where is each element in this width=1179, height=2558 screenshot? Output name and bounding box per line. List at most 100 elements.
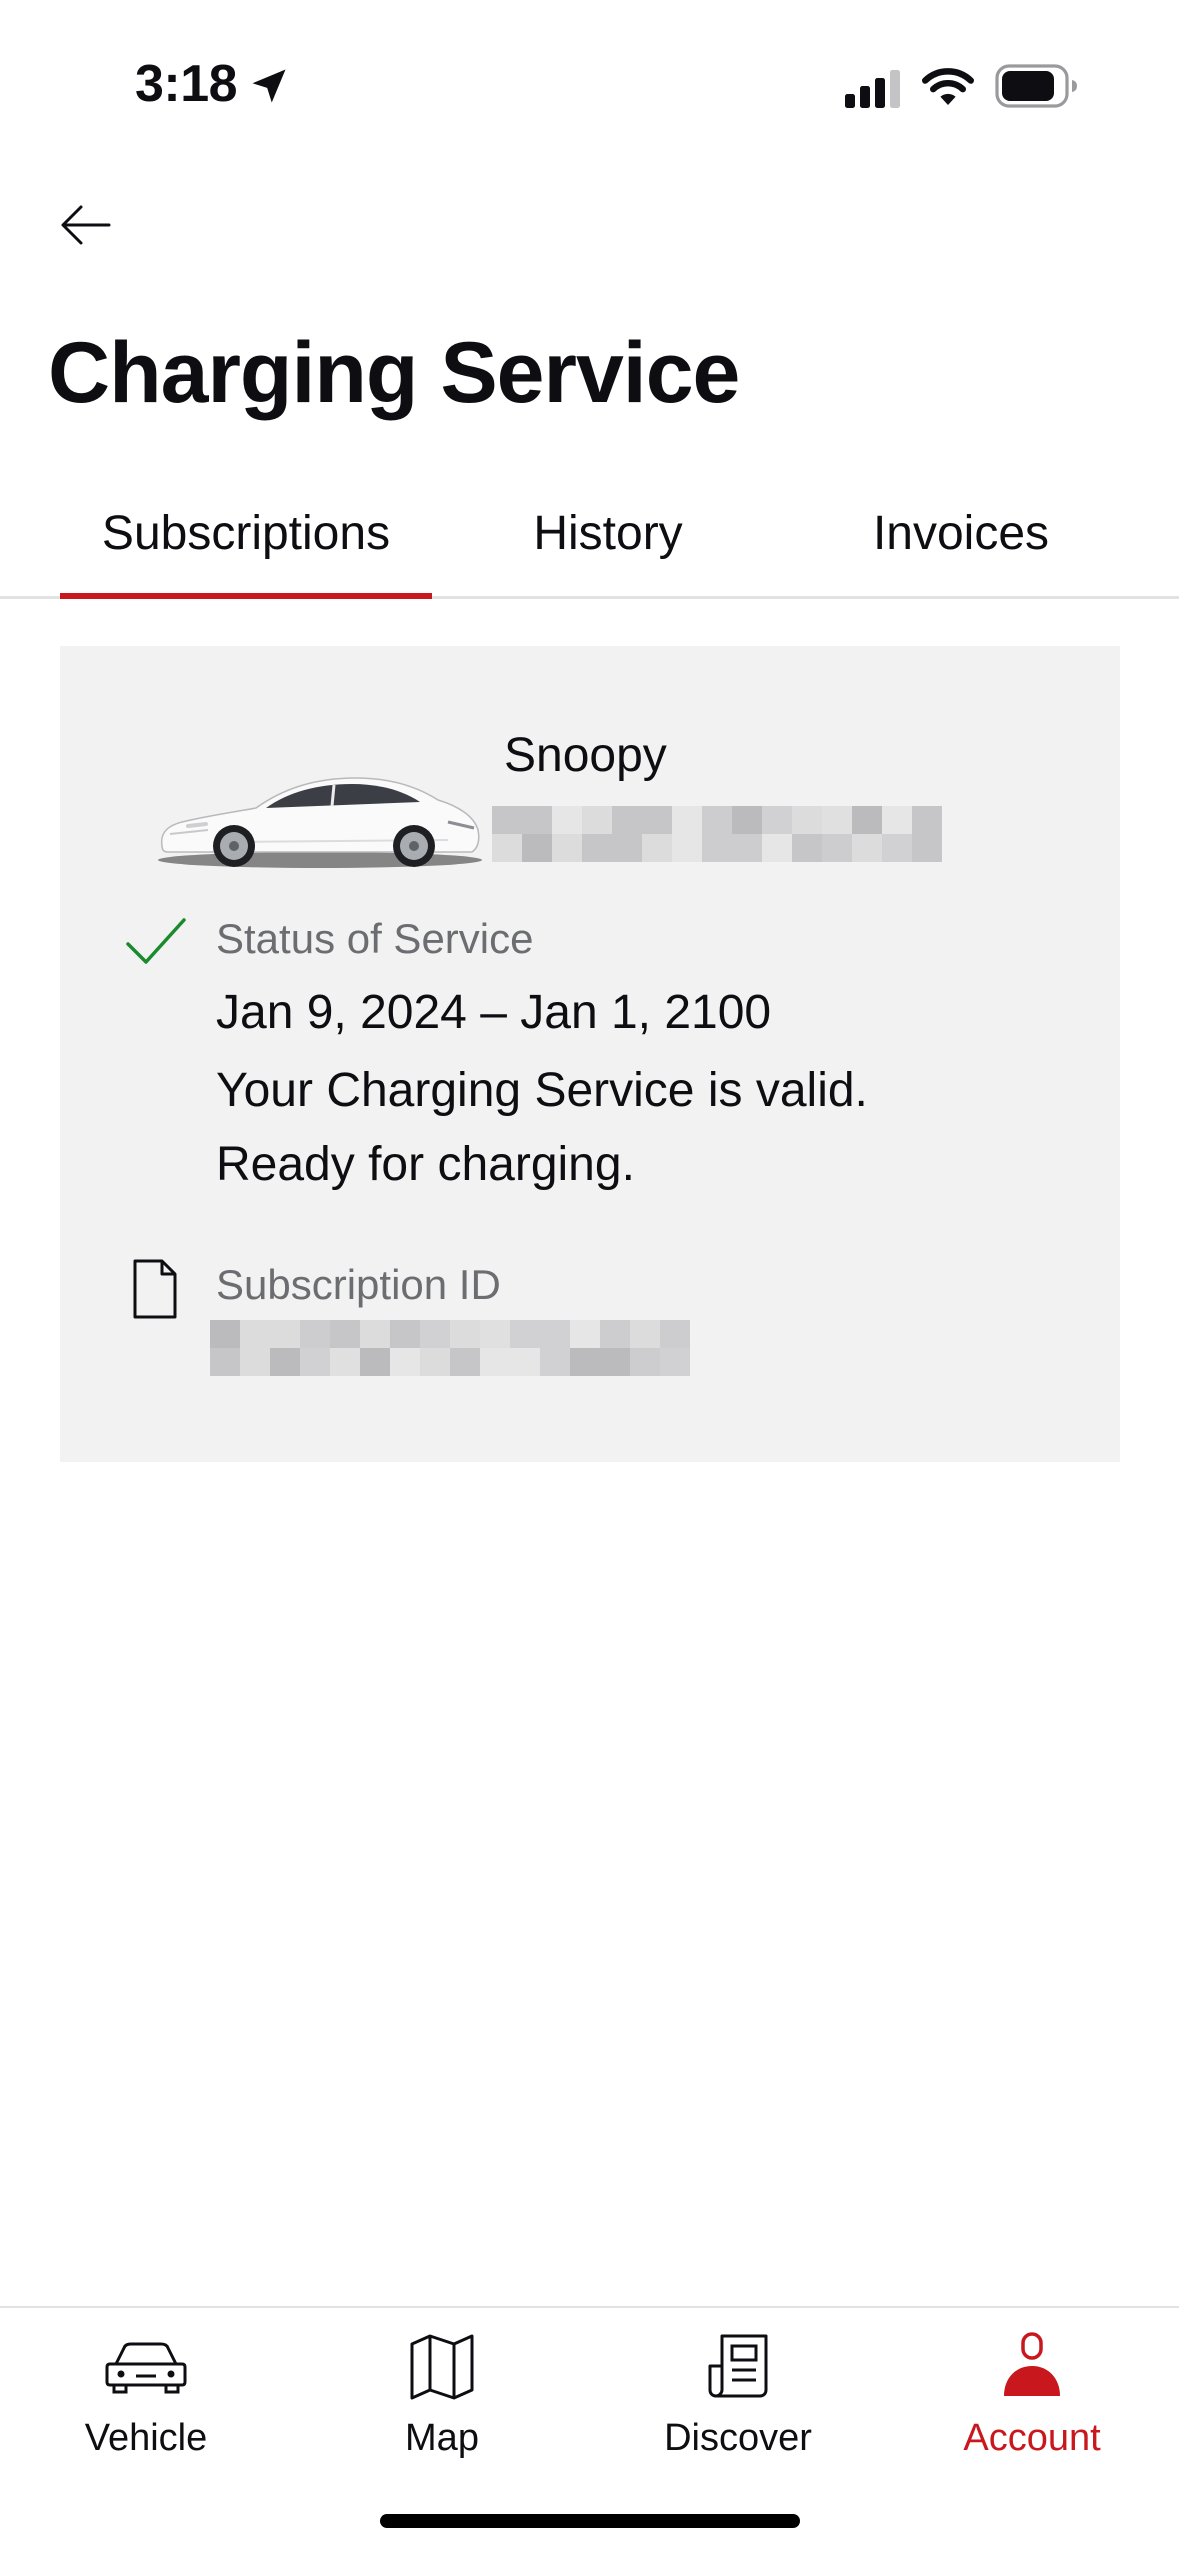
redaction-pixel [510,1348,540,1376]
redaction-pixel [660,1348,690,1376]
redaction-pixel [480,1320,510,1348]
redaction-pixel [522,834,552,862]
redaction-pixel [330,1348,360,1376]
redaction-pixel [762,834,792,862]
redaction-pixel [912,806,942,834]
vehicle-name: Snoopy [504,729,667,782]
redaction-pixel [330,1320,360,1348]
nav-vehicle[interactable]: Vehicle [26,2308,266,2468]
redaction-pixel [762,806,792,834]
nav-map-label: Map [405,2417,479,2459]
redaction-pixel [270,1348,300,1376]
status-time: 3:18 [135,55,238,113]
redaction-pixel [852,806,882,834]
redaction-pixel [300,1348,330,1376]
redaction-pixel [600,1320,630,1348]
subscription-id-redaction [210,1320,690,1376]
redaction-pixel [792,834,822,862]
tab-bar: Subscriptions History Invoices [0,470,1179,599]
nav-discover-label: Discover [664,2417,812,2459]
redaction-pixel [612,834,642,862]
nav-vehicle-label: Vehicle [84,2417,208,2459]
redaction-pixel [882,806,912,834]
redaction-pixel [612,806,642,834]
nav-map[interactable]: Map [322,2308,562,2468]
back-button[interactable] [50,190,120,260]
redaction-pixel [450,1348,480,1376]
redaction-pixel [300,1320,330,1348]
nav-account[interactable]: Account [912,2308,1152,2468]
redaction-pixel [210,1320,240,1348]
vin-redaction [492,806,952,862]
redaction-pixel [732,806,762,834]
home-indicator [380,2514,800,2528]
redaction-pixel [240,1348,270,1376]
white-sedan-car-image [158,777,482,868]
redaction-pixel [420,1348,450,1376]
subscription-id-label: Subscription ID [216,1261,501,1308]
tab-subscriptions[interactable]: Subscriptions [60,470,432,596]
redaction-pixel [540,1348,570,1376]
redaction-pixel [672,834,702,862]
car-icon [105,2342,187,2394]
status-message: Your Charging Service is valid. Ready fo… [216,1064,868,1191]
redaction-pixel [540,1320,570,1348]
nav-account-label: Account [963,2417,1101,2459]
redaction-pixel [822,834,852,862]
wifi-icon [922,68,974,105]
subscription-card[interactable]: Snoopy Status of Service Jan 9, 2024 – J… [60,646,1120,1462]
redaction-pixel [822,806,852,834]
redaction-pixel [570,1348,600,1376]
user-icon [1004,2332,1060,2396]
redaction-pixel [492,834,522,862]
redaction-pixel [642,834,672,862]
redaction-pixel [660,1320,690,1348]
active-tab-indicator [60,593,432,599]
redaction-pixel [390,1348,420,1376]
arrow-left-icon [61,205,111,245]
redaction-pixel [480,1348,510,1376]
redaction-pixel [642,806,672,834]
redaction-pixel [450,1320,480,1348]
redaction-pixel [240,1320,270,1348]
tab-invoices[interactable]: Invoices [826,470,1096,596]
redaction-pixel [630,1348,660,1376]
redaction-pixel [510,1320,540,1348]
redaction-pixel [390,1320,420,1348]
redaction-pixel [270,1320,300,1348]
redaction-pixel [492,806,522,834]
redaction-pixel [552,834,582,862]
validity-period: Jan 9, 2024 – Jan 1, 2100 [216,986,772,1039]
page-title: Charging Service [48,325,740,421]
redaction-pixel [360,1320,390,1348]
redaction-pixel [360,1348,390,1376]
redaction-pixel [912,834,942,862]
redaction-pixel [852,834,882,862]
redaction-pixel [732,834,762,862]
redaction-pixel [672,806,702,834]
redaction-pixel [582,834,612,862]
battery-icon [995,64,1077,108]
newspaper-icon [708,2334,768,2398]
location-arrow-icon [252,69,286,103]
status-bar: 3:18 [0,0,1179,170]
cellular-signal-icon [845,70,900,108]
map-icon [410,2334,474,2400]
redaction-pixel [630,1320,660,1348]
redaction-pixel [420,1320,450,1348]
redaction-pixel [882,834,912,862]
redaction-pixel [582,806,612,834]
nav-discover[interactable]: Discover [618,2308,858,2468]
document-icon [133,1259,177,1319]
tab-history[interactable]: History [478,470,738,596]
redaction-pixel [702,834,732,862]
redaction-pixel [792,806,822,834]
redaction-pixel [210,1348,240,1376]
status-of-service-label: Status of Service [216,915,534,962]
redaction-pixel [702,806,732,834]
redaction-pixel [522,806,552,834]
redaction-pixel [600,1348,630,1376]
redaction-pixel [570,1320,600,1348]
checkmark-icon [126,918,186,964]
redaction-pixel [552,806,582,834]
